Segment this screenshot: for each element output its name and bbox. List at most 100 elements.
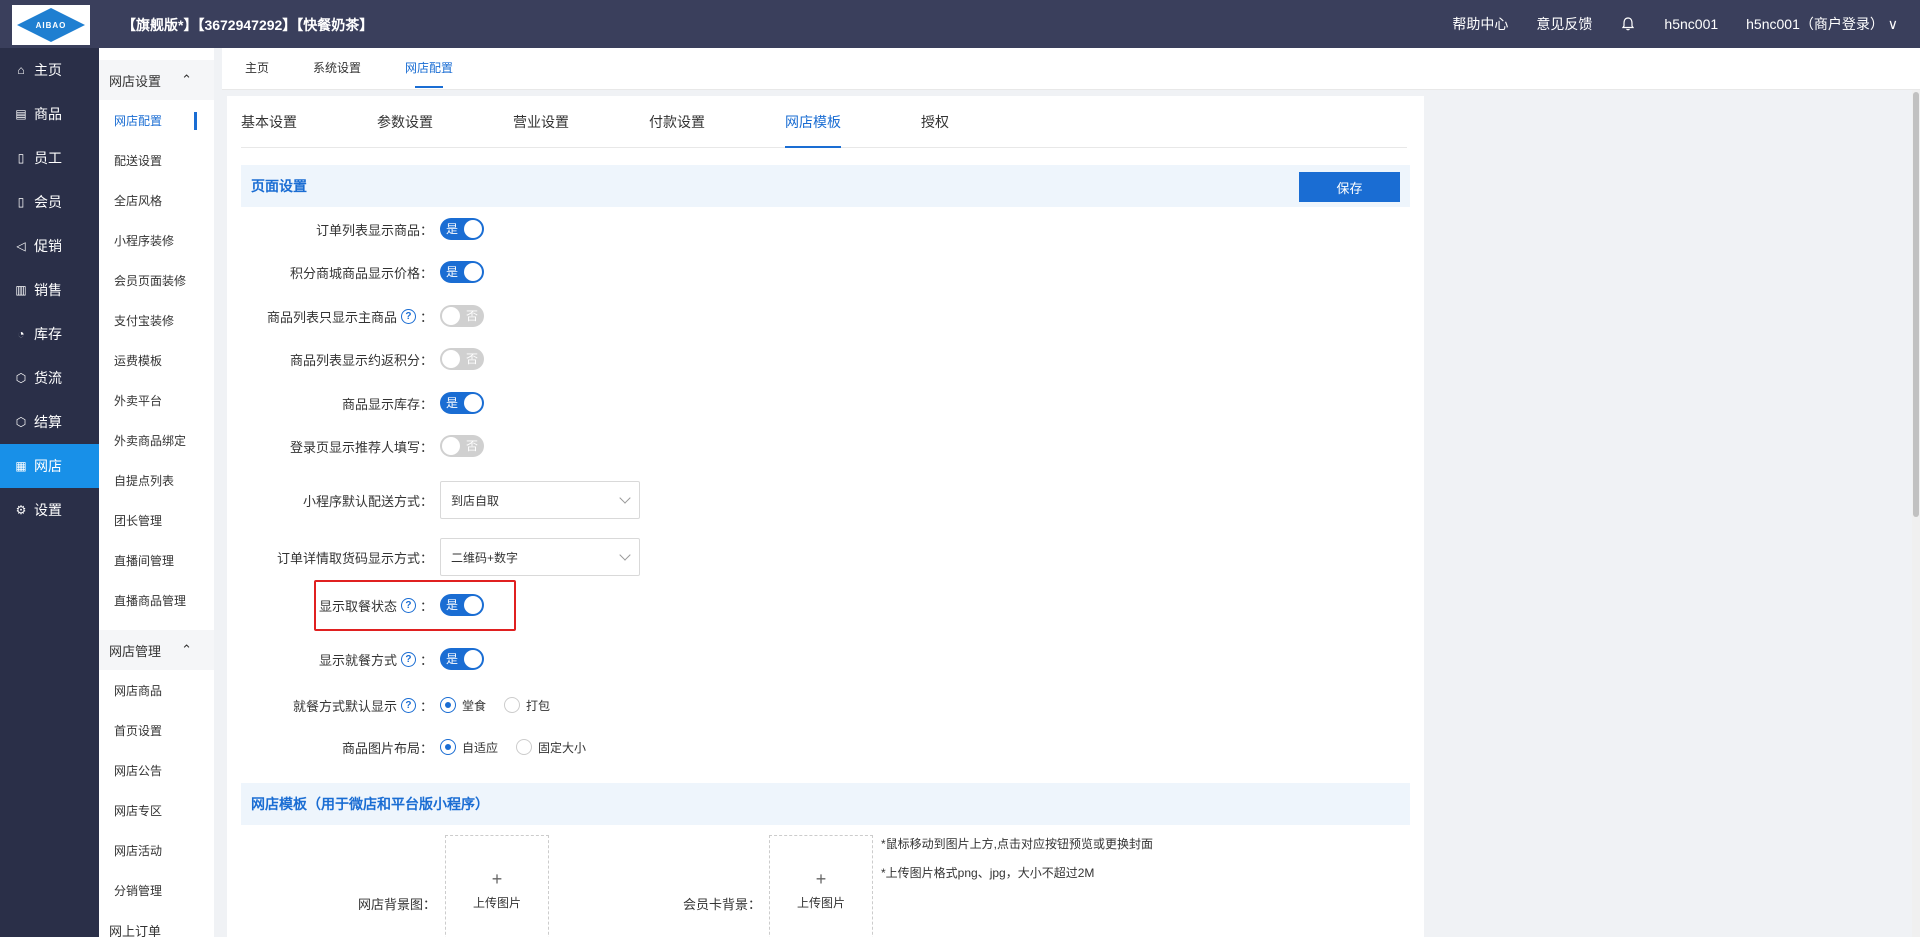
radio-adaptive[interactable]: 自适应 [440, 739, 498, 756]
chevron-down-icon: ∨ [1887, 16, 1898, 32]
nav-item-5[interactable]: ▥ 销售 [0, 268, 99, 312]
crumb-system-settings[interactable]: 系统设置 [313, 48, 361, 90]
subnav-group-shop-management[interactable]: 网店管理 ⌃ [99, 630, 214, 670]
mini-default-delivery-select[interactable]: 到店自取 [440, 481, 640, 519]
nav-icon: ⌂ [17, 63, 25, 77]
nav-item-1[interactable]: ▤ 商品 [0, 92, 99, 136]
save-button[interactable]: 保存 [1299, 172, 1400, 202]
radio-takeaway[interactable]: 打包 [504, 697, 550, 714]
user-name[interactable]: h5nc001 [1664, 16, 1718, 32]
select-value: 二维码+数字 [451, 550, 519, 565]
section-title: 页面设置 [251, 178, 307, 194]
nav-item-6[interactable]: ◔ 库存 [0, 312, 99, 356]
subnav-item[interactable]: 全店风格 [99, 180, 214, 220]
sub-nav: 网店设置 ⌃ 网店配置 配送设置 全店风格 小程序装修 会员页面装修 支付宝装修 运费模板 外卖… [99, 48, 214, 937]
nav-icon: ▯ [17, 151, 25, 165]
tab-payment[interactable]: 付款设置 [649, 96, 785, 147]
nav-item-9[interactable]: ▦ 网店 [0, 444, 99, 488]
section-shop-template: 网店模板（用于微店和平台版小程序） [241, 783, 1410, 825]
switch-knob [464, 596, 482, 614]
goods-show-stock-switch[interactable]: 是 [440, 392, 484, 414]
subnav-item[interactable]: 外卖平台 [99, 380, 214, 420]
switch-knob [464, 394, 482, 412]
switch-text: 否 [465, 309, 478, 323]
help-center-link[interactable]: 帮助中心 [1452, 14, 1508, 34]
subnav-item[interactable]: 网店公告 [99, 750, 214, 790]
switch-knob [464, 263, 482, 281]
subnav-group-shop-settings[interactable]: 网店设置 ⌃ [99, 60, 214, 100]
scrollbar-thumb[interactable] [1913, 92, 1919, 517]
account-menu[interactable]: h5nc001（商户登录） ∨ [1746, 14, 1898, 34]
member-card-bg-upload[interactable]: + 上传图片 [769, 835, 873, 937]
shop-bg-upload[interactable]: + 上传图片 [445, 835, 549, 937]
field-label-text: 就餐方式默认显示 [292, 698, 397, 714]
switch-text: 是 [446, 396, 459, 410]
subnav-item[interactable]: 网店活动 [99, 830, 214, 870]
subnav-item[interactable]: 分销管理 [99, 870, 214, 910]
nav-item-8[interactable]: ⬡ 结算 [0, 400, 99, 444]
subnav-item[interactable]: 配送设置 [99, 140, 214, 180]
tab-business[interactable]: 营业设置 [513, 96, 649, 147]
tab-shop-template[interactable]: 网店模板 [785, 96, 921, 148]
switch-text: 是 [446, 265, 459, 279]
help-icon[interactable]: ? [400, 597, 416, 613]
field-colon: ： [419, 598, 433, 614]
tab-authorize[interactable]: 授权 [921, 96, 1057, 147]
logo[interactable]: AIBAO [12, 5, 90, 45]
nav-item-4[interactable]: ◁ 促销 [0, 224, 99, 268]
field-label: 商品图片布局： [341, 740, 433, 756]
subnav-item[interactable]: 直播间管理 [99, 540, 214, 580]
help-icon[interactable]: ? [400, 651, 416, 667]
subnav-item[interactable]: 直播商品管理 [99, 580, 214, 620]
points-mall-show-price-switch[interactable]: 是 [440, 261, 484, 283]
field-label: 商品列表只显示主商品?： [227, 307, 433, 326]
nav-icon: ⬡ [15, 371, 27, 385]
upload-text: 上传图片 [472, 895, 521, 910]
nav-item-10[interactable]: ⚙ 设置 [0, 488, 99, 532]
upload-text: 上传图片 [796, 895, 845, 910]
subnav-item[interactable]: 运费模板 [99, 340, 214, 380]
subnav-group-online-orders[interactable]: 网上订单 [99, 910, 214, 937]
help-icon[interactable]: ? [400, 697, 416, 713]
show-dining-mode-switch[interactable]: 是 [440, 648, 484, 670]
crumb-home[interactable]: 主页 [245, 48, 269, 90]
help-icon[interactable]: ? [400, 308, 416, 324]
nav-label: 主页 [34, 62, 62, 78]
row-show-meal-status: 显示取餐状态?： 是 [227, 590, 1424, 620]
order-list-show-goods-switch[interactable]: 是 [440, 218, 484, 240]
radio-dot [440, 739, 456, 755]
subnav-item[interactable]: 小程序装修 [99, 220, 214, 260]
goods-list-main-only-switch[interactable]: 否 [440, 305, 484, 327]
nav-item-2[interactable]: ▯ 员工 [0, 136, 99, 180]
radio-dot [504, 697, 521, 713]
tab-params[interactable]: 参数设置 [377, 96, 513, 147]
row-goods-list-main-only: 商品列表只显示主商品?： 否 [227, 301, 1424, 331]
nav-item-0[interactable]: ⌂ 主页 [0, 48, 99, 92]
radio-dine-in[interactable]: 堂食 [440, 697, 486, 714]
login-show-referrer-switch[interactable]: 否 [440, 435, 484, 457]
nav-item-7[interactable]: ⬡ 货流 [0, 356, 99, 400]
subnav-item[interactable]: 团长管理 [99, 500, 214, 540]
pickup-code-display-select[interactable]: 二维码+数字 [440, 538, 640, 576]
subnav-item[interactable]: 网店商品 [99, 670, 214, 710]
subnav-item[interactable]: 网店配置 [99, 100, 214, 140]
crumb-shop-config[interactable]: 网店配置 [405, 48, 453, 90]
show-meal-status-switch[interactable]: 是 [440, 594, 484, 616]
subnav-item[interactable]: 首页设置 [99, 710, 214, 750]
subnav-item[interactable]: 网店专区 [99, 790, 214, 830]
switch-knob [442, 307, 460, 325]
subnav-item[interactable]: 会员页面装修 [99, 260, 214, 300]
upload-note-1: *鼠标移动到图片上方,点击对应按钮预览或更换封面 [881, 837, 1154, 851]
bell-icon[interactable] [1620, 16, 1636, 32]
plus-icon: + [491, 868, 503, 889]
nav-item-3[interactable]: ▯ 会员 [0, 180, 99, 224]
subnav-item[interactable]: 外卖商品绑定 [99, 420, 214, 460]
tab-basic[interactable]: 基本设置 [241, 96, 377, 147]
goods-list-show-points-switch[interactable]: 否 [440, 348, 484, 370]
feedback-link[interactable]: 意见反馈 [1536, 14, 1592, 34]
top-right-menu: 帮助中心 意见反馈 h5nc001 h5nc001（商户登录） ∨ [1452, 0, 1898, 48]
subnav-item[interactable]: 自提点列表 [99, 460, 214, 500]
subnav-item[interactable]: 支付宝装修 [99, 300, 214, 340]
radio-fixed-size[interactable]: 固定大小 [516, 739, 586, 756]
section-title: 网店模板（用于微店和平台版小程序） [251, 796, 489, 812]
